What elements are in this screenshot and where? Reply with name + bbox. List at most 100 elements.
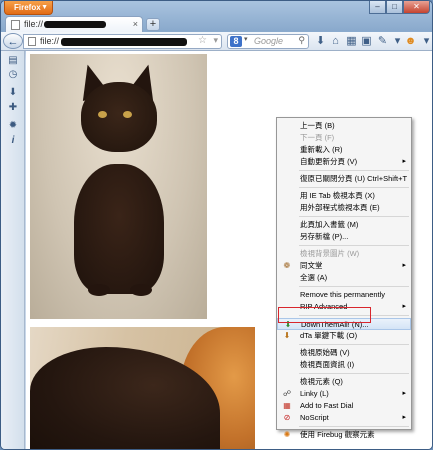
chevron-down-icon[interactable]: ▾ xyxy=(419,34,432,49)
url-text: file:// xyxy=(40,36,60,46)
menu-separator xyxy=(299,344,409,345)
menu-item-label: 檢視元素 (Q) xyxy=(300,377,343,386)
context-menu-item[interactable]: 檢視原始碼 (V) xyxy=(277,347,411,359)
menu-item-label: 使用 Firebug 觀察元素 xyxy=(300,430,375,439)
menu-separator xyxy=(299,426,409,427)
menu-separator xyxy=(299,373,409,374)
close-tab-icon[interactable]: × xyxy=(133,19,138,29)
download-icon[interactable]: ⬇ xyxy=(313,34,328,49)
maximize-button[interactable]: □ xyxy=(386,1,403,14)
context-menu-item[interactable]: 檢視元素 (Q) xyxy=(277,376,411,388)
tongwentang-icon: ❁ xyxy=(283,261,291,270)
cats-nuzzling-photo xyxy=(30,327,255,449)
info-icon[interactable]: i xyxy=(7,135,19,147)
submenu-arrow-icon: ▸ xyxy=(402,390,406,397)
firebug-icon: ✺ xyxy=(283,430,291,439)
url-bar[interactable]: file:// ☆ ▾ xyxy=(23,34,222,49)
sidebar-toggle-icon[interactable]: ▤ xyxy=(7,55,19,67)
download-icon[interactable]: ⬇ xyxy=(7,87,19,99)
firefox-window: Firefox ▼ – □ ✕ file:// × + ← file:// ☆ … xyxy=(0,0,433,450)
menu-item-label: 此頁加入書籤 (M) xyxy=(300,220,359,229)
menu-separator xyxy=(299,216,409,217)
context-menu-item[interactable]: 重新載入 (R) xyxy=(277,144,411,156)
context-menu-item[interactable]: 復原已關閉分頁 (U) Ctrl+Shift+T xyxy=(277,173,411,185)
menu-item-label: Add to Fast Dial xyxy=(300,401,354,410)
linky-icon: ☍ xyxy=(282,389,292,398)
page-icon xyxy=(11,20,20,30)
home-icon[interactable]: ⌂ xyxy=(328,34,343,49)
redaction-bar xyxy=(44,21,107,29)
window-icon[interactable]: ▣ xyxy=(359,34,374,49)
menu-item-label: 復原已關閉分頁 (U) Ctrl+Shift+T xyxy=(300,174,408,183)
context-menu-item[interactable]: 此頁加入書籤 (M) xyxy=(277,219,411,231)
context-menu-item[interactable]: Remove this permanently xyxy=(277,289,411,301)
close-window-button[interactable]: ✕ xyxy=(403,1,430,14)
highlight-annotation-box xyxy=(278,307,371,323)
firefox-menu-button[interactable]: Firefox ▼ xyxy=(4,1,53,15)
context-menu-item[interactable]: 用外部程式檢視本頁 (E) xyxy=(277,202,411,214)
menu-item-label: dTa 單鍵下載 (O) xyxy=(300,331,358,340)
submenu-arrow-icon: ▸ xyxy=(402,158,406,165)
firefox-button-label: Firefox xyxy=(14,3,41,12)
context-menu-item[interactable]: ⬇ dTa 單鍵下載 (O) xyxy=(277,330,411,342)
menu-item-label: Linky (L) xyxy=(300,389,329,398)
context-menu-item[interactable]: 檢視頁面資訊 (I) xyxy=(277,359,411,371)
context-menu-item[interactable]: ❁ 同文堂 ▸ xyxy=(277,260,411,272)
google-engine-icon[interactable]: 8 xyxy=(230,36,242,47)
menu-item-label: 檢視背景圖片 (W) xyxy=(300,249,360,258)
history-clock-icon[interactable]: ◷ xyxy=(7,69,19,81)
black-cat-photo xyxy=(30,54,207,319)
menu-separator xyxy=(299,245,409,246)
tab-title: file:// xyxy=(24,19,44,29)
context-menu-item: 檢視背景圖片 (W) xyxy=(277,248,411,260)
context-menu-item[interactable]: ⊘ NoScript ▸ xyxy=(277,412,411,424)
vertical-toolbar: ▤ ◷ ⬇ ✚ ✹ i xyxy=(1,51,25,449)
menu-separator xyxy=(299,170,409,171)
search-placeholder: Google xyxy=(254,36,284,46)
menu-item-label: 用外部程式檢視本頁 (E) xyxy=(300,203,380,212)
menu-item-label: 檢視原始碼 (V) xyxy=(300,348,350,357)
menu-item-label: 另存新檔 (P)... xyxy=(300,232,349,241)
search-icon[interactable]: ⚲ xyxy=(298,35,305,46)
context-menu-item[interactable]: ☍ Linky (L) ▸ xyxy=(277,388,411,400)
bookmark-star-icon[interactable]: ☆ xyxy=(198,35,207,46)
chevron-down-icon: ▼ xyxy=(41,4,48,11)
context-menu: 上一頁 (B) 下一頁 (F) 重新載入 (R) 自動更新分頁 (V) ▸ 復原已關閉分頁… xyxy=(276,117,412,439)
addons-puzzle-icon[interactable]: ✚ xyxy=(7,102,19,114)
back-button[interactable]: ← xyxy=(3,33,23,49)
submenu-arrow-icon: ▸ xyxy=(402,303,406,310)
tab-strip: file:// × + xyxy=(1,15,432,32)
tab-current[interactable]: file:// × xyxy=(5,16,143,32)
noscript-icon: ⊘ xyxy=(283,413,291,422)
new-tab-button[interactable]: + xyxy=(146,18,160,31)
dropdown-arrow-icon[interactable]: ▾ xyxy=(213,35,218,46)
menu-item-label: Remove this permanently xyxy=(300,290,386,299)
context-menu-item[interactable]: 全選 (A) xyxy=(277,272,411,284)
submenu-arrow-icon: ▸ xyxy=(402,262,406,269)
grid-icon[interactable]: ▦ xyxy=(344,34,359,49)
settings-gear-icon[interactable]: ✹ xyxy=(7,120,19,132)
search-box[interactable]: 8 ▾ Google ⚲ xyxy=(227,34,309,49)
minimize-button[interactable]: – xyxy=(369,1,386,14)
context-menu-item[interactable]: 另存新檔 (P)... xyxy=(277,231,411,243)
tools-icon[interactable]: ✎ xyxy=(375,34,390,49)
menu-item-label: 自動更新分頁 (V) xyxy=(300,157,358,166)
page-icon xyxy=(28,37,36,46)
chevron-down-icon[interactable]: ▾ xyxy=(244,35,248,43)
context-menu-item[interactable]: 上一頁 (B) xyxy=(277,120,411,132)
fastdial-icon: ▦ xyxy=(283,401,291,410)
submenu-arrow-icon: ▸ xyxy=(402,414,406,421)
redaction-bar xyxy=(61,37,188,46)
navigation-toolbar: ← file:// ☆ ▾ 8 ▾ Google ⚲ ⬇ ⌂ ▦ ▣ ✎ ▾ ☻… xyxy=(1,32,432,51)
context-menu-item[interactable]: 自動更新分頁 (V) ▸ xyxy=(277,156,411,168)
menu-item-label: 用 IE Tab 檢視本頁 (X) xyxy=(300,191,375,200)
context-menu-item[interactable]: ▦ Add to Fast Dial xyxy=(277,400,411,412)
context-menu-item[interactable]: ✺ 使用 Firebug 觀察元素 xyxy=(277,429,411,441)
menu-item-label: 同文堂 xyxy=(300,261,323,270)
menu-item-label: 檢視頁面資訊 (I) xyxy=(300,360,355,369)
window-controls: – □ ✕ xyxy=(369,1,430,15)
menu-separator xyxy=(299,286,409,287)
firebug-icon[interactable]: ☻ xyxy=(403,34,418,49)
dta-onelick-icon: ⬇ xyxy=(283,331,291,340)
context-menu-item[interactable]: 用 IE Tab 檢視本頁 (X) xyxy=(277,190,411,202)
